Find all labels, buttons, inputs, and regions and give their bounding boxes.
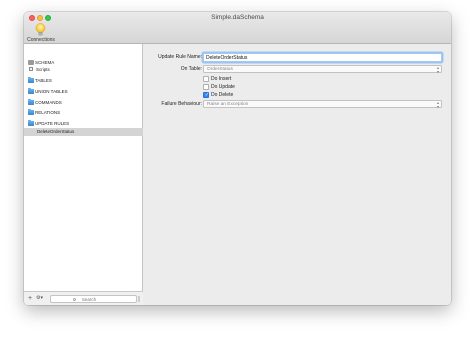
do-delete-checkbox[interactable]: ✓ <box>203 91 210 98</box>
sidebar-item-delete-order-status[interactable]: DeleteOrderStatus <box>24 128 143 136</box>
connections-button[interactable]: Connections <box>26 23 55 43</box>
action-menu-button[interactable]: ⚙▾ <box>36 295 43 302</box>
select-arrows-icon: ▴ ▾ <box>436 65 439 74</box>
resize-grip-icon[interactable] <box>138 296 141 302</box>
rule-name-label: Update Rule Name: <box>158 54 202 60</box>
do-insert-label: Do Insert <box>211 76 232 82</box>
sidebar-item-relations[interactable]: RELATIONS <box>24 109 143 117</box>
sidebar-footer: + ⚙▾ <box>24 291 143 305</box>
sidebar-item-label: TABLES <box>35 78 52 83</box>
sidebar-item-label: COMMANDS <box>35 100 62 105</box>
failure-behaviour-value: Raise an Exception <box>207 102 249 107</box>
window-title: Simple.daSchema <box>211 14 264 21</box>
app-window: Simple.daSchema Connections SCHEMA Scrip… <box>24 12 451 305</box>
do-delete-checkbox-row[interactable]: ✓ Do Delete <box>203 91 283 98</box>
do-update-checkbox[interactable] <box>203 83 209 90</box>
search-field[interactable] <box>50 295 137 303</box>
sidebar-item-label: UPDATE RULES <box>35 121 70 126</box>
do-insert-checkbox[interactable] <box>203 75 209 82</box>
add-button[interactable]: + <box>28 295 32 302</box>
on-table-select[interactable]: OrderStatus ▴ ▾ <box>203 65 442 73</box>
scripts-icon <box>29 67 33 71</box>
sidebar-item-label: UNION TABLES <box>35 89 68 94</box>
failure-behaviour-label: Failure Behaviour: <box>161 101 202 107</box>
rule-name-input[interactable] <box>204 54 441 61</box>
on-table-label: On Table: <box>180 66 202 72</box>
title-bar: Simple.daSchema Connections <box>24 12 451 44</box>
detail-pane: Update Rule Name: On Table: OrderStatus … <box>143 44 451 305</box>
rule-name-field[interactable] <box>203 53 442 62</box>
sidebar-item-update-rules[interactable]: UPDATE RULES <box>24 120 143 128</box>
schema-sidebar: SCHEMA Scripts TABLES UNION TABLES COMMA… <box>24 44 143 305</box>
folder-icon <box>28 120 34 126</box>
folder-icon <box>28 109 34 115</box>
database-icon <box>28 60 34 65</box>
folder-icon <box>28 99 34 105</box>
sidebar-item-label: SCHEMA <box>35 60 55 65</box>
select-arrows-icon: ▴ ▾ <box>436 100 439 109</box>
checkmark-icon: ✓ <box>204 91 210 98</box>
lightbulb-icon <box>35 23 46 36</box>
connections-label: Connections <box>27 37 55 43</box>
sidebar-item-label: DeleteOrderStatus <box>37 129 75 134</box>
sidebar-item-commands[interactable]: COMMANDS <box>24 99 143 107</box>
do-insert-checkbox-row[interactable]: Do Insert <box>203 75 283 82</box>
search-input[interactable] <box>59 296 119 303</box>
folder-icon <box>28 77 34 83</box>
sidebar-item-tables[interactable]: TABLES <box>24 77 143 85</box>
folder-icon <box>28 88 34 94</box>
do-update-checkbox-row[interactable]: Do Update <box>203 83 283 90</box>
sidebar-item-label: RELATIONS <box>35 110 61 115</box>
do-delete-label: Do Delete <box>211 92 234 98</box>
on-table-value: OrderStatus <box>207 67 233 72</box>
failure-behaviour-select[interactable]: Raise an Exception ▴ ▾ <box>203 100 442 108</box>
sidebar-item-scripts[interactable]: Scripts <box>24 66 143 74</box>
do-update-label: Do Update <box>211 84 235 90</box>
sidebar-item-union-tables[interactable]: UNION TABLES <box>24 88 143 96</box>
sidebar-item-label: Scripts <box>36 67 50 72</box>
